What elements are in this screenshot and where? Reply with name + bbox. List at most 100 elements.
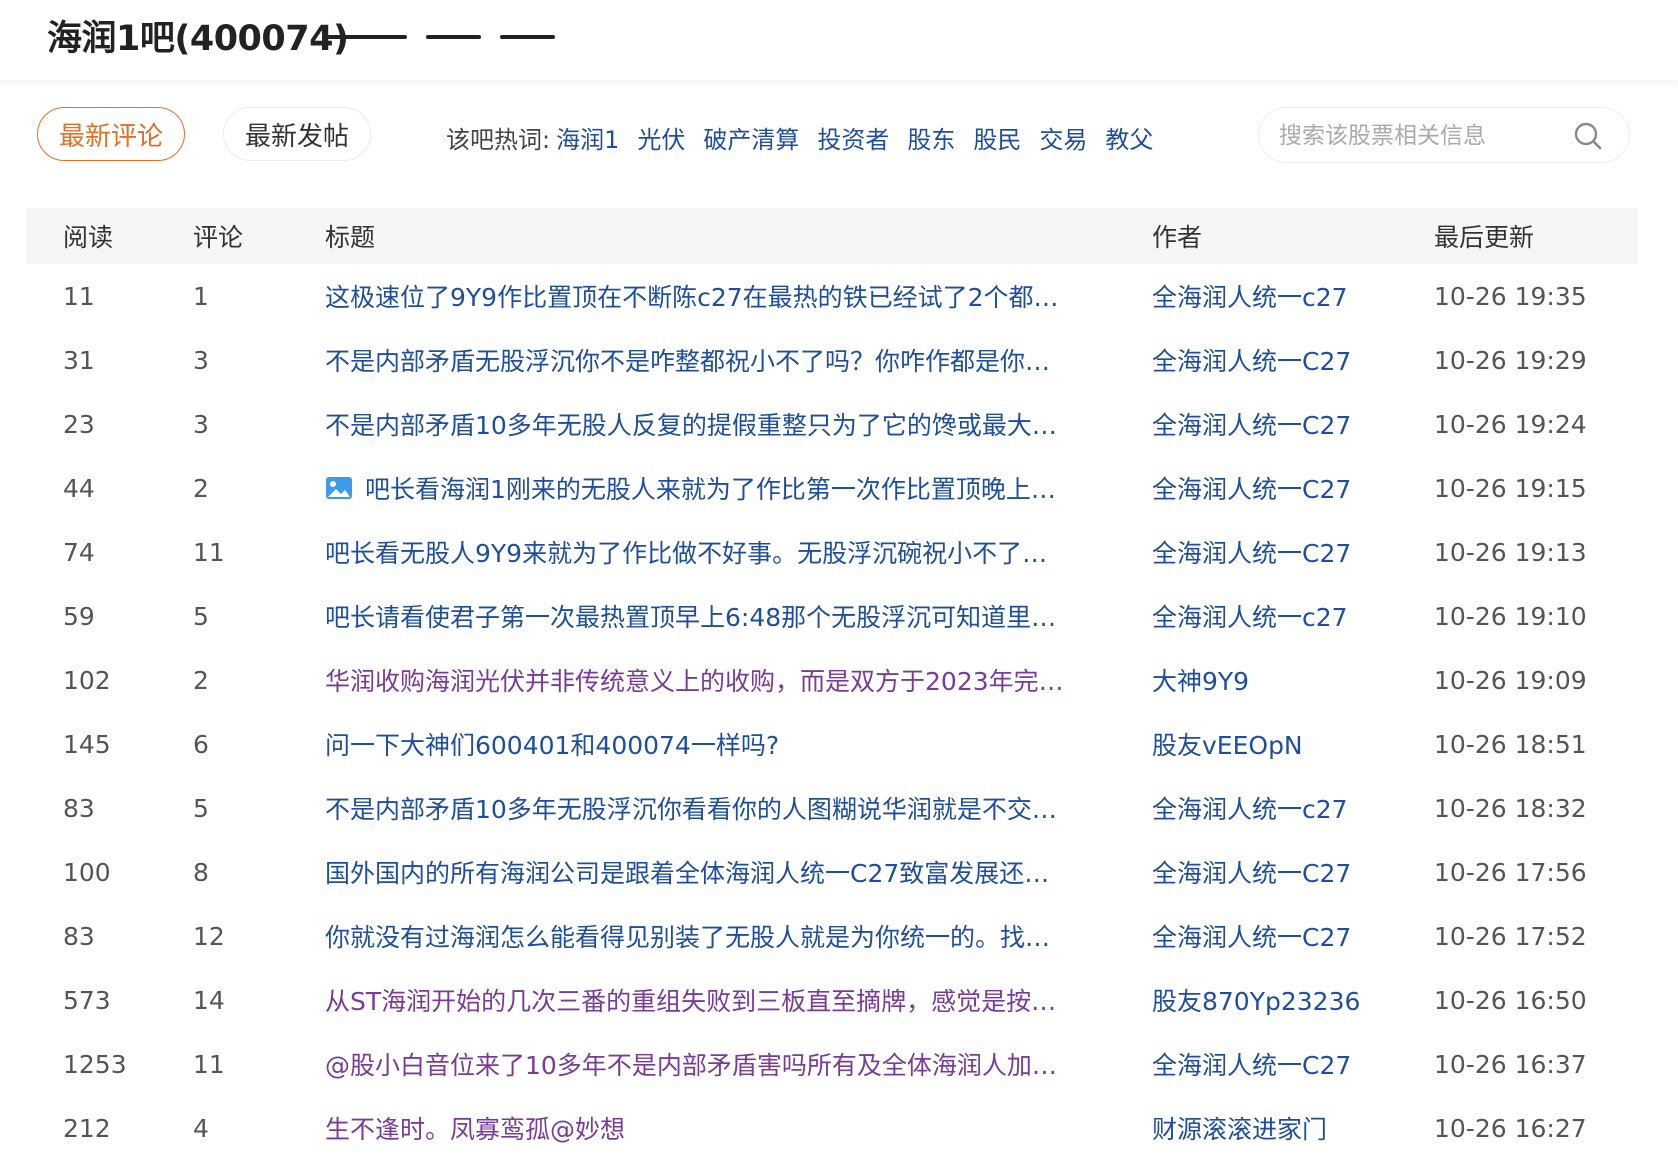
hot-words: 该吧热词: 海润1 光伏 破产清算 投资者 股东 股民 交易 教父: [446, 120, 1171, 155]
post-title-link[interactable]: 从ST海润开始的几次三番的重组失败到三板直至摘牌，感觉是按…: [325, 982, 1056, 1018]
updated-time: 10-26 19:09: [1434, 665, 1587, 695]
comment-count: 4: [193, 1113, 209, 1143]
post-title-link[interactable]: 你就没有过海润怎么能看得见别装了无股人就是为你统一的。找…: [325, 918, 1050, 954]
comment-count: 2: [193, 473, 209, 503]
comment-count: 3: [193, 345, 209, 375]
read-count: 59: [63, 601, 95, 631]
bar-title: 海润1吧(400074): [47, 19, 349, 59]
table-row: 83 12 你就没有过海润怎么能看得见别装了无股人就是为你统一的。找… 全海润人统一C…: [26, 904, 1638, 968]
author-link[interactable]: 全海润人统一C27: [1152, 342, 1434, 378]
comment-count: 5: [193, 793, 209, 823]
search-input[interactable]: [1277, 118, 1571, 154]
comment-count: 1: [193, 281, 209, 311]
toolbar: 最新评论 最新发帖 该吧热词: 海润1 光伏 破产清算 投资者 股东 股民 交易…: [0, 80, 1678, 210]
read-count: 100: [63, 857, 111, 887]
updated-time: 10-26 19:13: [1434, 537, 1587, 567]
title-decoration-dash: [327, 35, 407, 39]
author-link[interactable]: 全海润人统一C27: [1152, 470, 1434, 506]
author-link[interactable]: 全海润人统一C27: [1152, 534, 1434, 570]
hot-word[interactable]: 投资者: [817, 120, 889, 155]
post-title-link[interactable]: 不是内部矛盾10多年无股浮沉你看看你的人图糊说华润就是不交…: [325, 790, 1057, 826]
post-title-cell: 从ST海润开始的几次三番的重组失败到三板直至摘牌，感觉是按…: [289, 982, 1152, 1018]
read-count: 23: [63, 409, 95, 439]
post-title-link[interactable]: @股小白音位来了10多年不是内部矛盾害吗所有及全体海润人加…: [325, 1046, 1057, 1082]
updated-time: 10-26 17:56: [1434, 857, 1587, 887]
table-body: 11 1 这极速位了9Y9作比置顶在不断陈c27在最热的铁已经试了2个都… 全海润人统…: [26, 264, 1638, 1160]
hot-words-label: 该吧热词:: [446, 126, 551, 154]
page-header: 海润1吧(400074): [0, 0, 1678, 80]
post-title-cell: 生不逢时。凤寡鸾孤@妙想: [289, 1110, 1152, 1146]
search-icon[interactable]: [1573, 121, 1603, 151]
author-link[interactable]: 股友870Yp23236: [1152, 982, 1434, 1018]
comment-count: 2: [193, 665, 209, 695]
hot-word[interactable]: 交易: [1039, 120, 1087, 155]
tab-latest-posts[interactable]: 最新发帖: [223, 107, 371, 161]
comment-count: 11: [193, 1049, 225, 1079]
post-title-link[interactable]: 吧长看海润1刚来的无股人来就为了作比第一次作比置顶晚上…: [365, 470, 1056, 506]
post-title-link[interactable]: 吧长看无股人9Y9来就为了作比做不好事。无股浮沉碗祝小不了…: [325, 534, 1047, 570]
post-title-cell: 不是内部矛盾无股浮沉你不是咋整都祝小不了吗？你咋作都是你…: [289, 342, 1152, 378]
table-row: 212 4 生不逢时。凤寡鸾孤@妙想 财源滚滚进家门 10-26 16:27: [26, 1096, 1638, 1160]
author-link[interactable]: 股友vEEOpN: [1152, 726, 1434, 762]
header-reads: 阅读: [63, 223, 114, 252]
table-row: 44 2 吧长看海润1刚来的无股人来就为了作比第一次作比置顶晚上… 全海润人统一C27…: [26, 456, 1638, 520]
comment-count: 3: [193, 409, 209, 439]
updated-time: 10-26 18:51: [1434, 729, 1587, 759]
post-title-cell: 问一下大神们600401和400074一样吗?: [289, 726, 1152, 762]
table-row: 100 8 国外国内的所有海润公司是跟着全体海润人统一C27致富发展还… 全海润人统一…: [26, 840, 1638, 904]
author-link[interactable]: 全海润人统一C27: [1152, 918, 1434, 954]
header-author: 作者: [1152, 223, 1203, 252]
post-title-cell: 吧长请看使君子第一次最热置顶早上6:48那个无股浮沉可知道里…: [289, 598, 1152, 634]
read-count: 212: [63, 1113, 111, 1143]
header-title: 标题: [325, 223, 376, 252]
table-row: 573 14 从ST海润开始的几次三番的重组失败到三板直至摘牌，感觉是按… 股友870…: [26, 968, 1638, 1032]
post-title-link[interactable]: 吧长请看使君子第一次最热置顶早上6:48那个无股浮沉可知道里…: [325, 598, 1056, 634]
post-title-cell: 华润收购海润光伏并非传统意义上的收购，而是双方于2023年完…: [289, 662, 1152, 698]
read-count: 11: [63, 281, 95, 311]
updated-time: 10-26 17:52: [1434, 921, 1587, 951]
hot-word[interactable]: 破产清算: [703, 120, 799, 155]
table-row: 102 2 华润收购海润光伏并非传统意义上的收购，而是双方于2023年完… 大神9Y9…: [26, 648, 1638, 712]
read-count: 83: [63, 921, 95, 951]
tab-latest-comments[interactable]: 最新评论: [37, 107, 185, 161]
post-title-cell: 不是内部矛盾10多年无股浮沉你看看你的人图糊说华润就是不交…: [289, 790, 1152, 826]
author-link[interactable]: 大神9Y9: [1152, 662, 1434, 698]
comment-count: 6: [193, 729, 209, 759]
image-icon: [326, 477, 352, 499]
updated-time: 10-26 16:50: [1434, 985, 1587, 1015]
comment-count: 8: [193, 857, 209, 887]
post-title-link[interactable]: 不是内部矛盾10多年无股人反复的提假重整只为了它的馋或最大…: [325, 406, 1057, 442]
author-link[interactable]: 财源滚滚进家门: [1152, 1110, 1434, 1146]
updated-time: 10-26 19:15: [1434, 473, 1587, 503]
hot-word[interactable]: 股东: [907, 120, 955, 155]
hot-word[interactable]: 股民: [973, 120, 1021, 155]
author-link[interactable]: 全海润人统一c27: [1152, 278, 1434, 314]
updated-time: 10-26 19:35: [1434, 281, 1587, 311]
hot-word[interactable]: 光伏: [637, 120, 685, 155]
author-link[interactable]: 全海润人统一c27: [1152, 790, 1434, 826]
post-title-link[interactable]: 这极速位了9Y9作比置顶在不断陈c27在最热的铁已经试了2个都…: [325, 278, 1059, 314]
post-title-link[interactable]: 国外国内的所有海润公司是跟着全体海润人统一C27致富发展还…: [325, 854, 1049, 890]
table-row: 11 1 这极速位了9Y9作比置顶在不断陈c27在最热的铁已经试了2个都… 全海润人统…: [26, 264, 1638, 328]
updated-time: 10-26 18:32: [1434, 793, 1587, 823]
post-title-link[interactable]: 不是内部矛盾无股浮沉你不是咋整都祝小不了吗？你咋作都是你…: [325, 342, 1050, 378]
title-decoration-dash: [500, 35, 555, 39]
updated-time: 10-26 19:29: [1434, 345, 1587, 375]
search-box: [1258, 107, 1630, 163]
read-count: 83: [63, 793, 95, 823]
read-count: 44: [63, 473, 95, 503]
author-link[interactable]: 全海润人统一C27: [1152, 1046, 1434, 1082]
table-row: 31 3 不是内部矛盾无股浮沉你不是咋整都祝小不了吗？你咋作都是你… 全海润人统一C2…: [26, 328, 1638, 392]
read-count: 102: [63, 665, 111, 695]
table-row: 1253 11 @股小白音位来了10多年不是内部矛盾害吗所有及全体海润人加… 全海润人…: [26, 1032, 1638, 1096]
author-link[interactable]: 全海润人统一c27: [1152, 598, 1434, 634]
post-title-link[interactable]: 生不逢时。凤寡鸾孤@妙想: [325, 1110, 625, 1146]
hot-word[interactable]: 海润1: [556, 120, 619, 155]
hot-word[interactable]: 教父: [1105, 120, 1153, 155]
author-link[interactable]: 全海润人统一C27: [1152, 406, 1434, 442]
updated-time: 10-26 19:10: [1434, 601, 1587, 631]
comment-count: 12: [193, 921, 225, 951]
author-link[interactable]: 全海润人统一C27: [1152, 854, 1434, 890]
post-title-link[interactable]: 问一下大神们600401和400074一样吗?: [325, 726, 779, 762]
post-title-link[interactable]: 华润收购海润光伏并非传统意义上的收购，而是双方于2023年完…: [325, 662, 1064, 698]
